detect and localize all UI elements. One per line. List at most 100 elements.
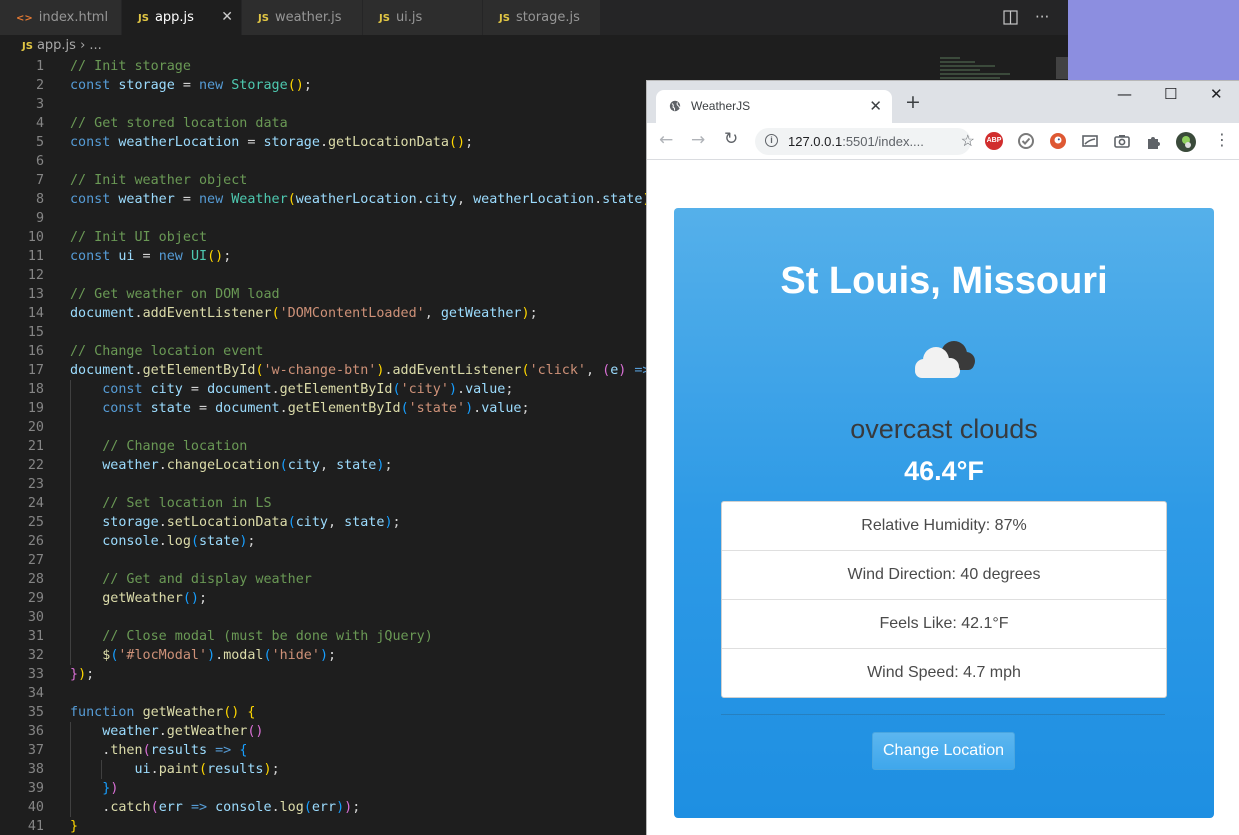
code-token: // Close modal (must be done with jQuery… [102,629,433,644]
line-number: 20 [27,420,44,435]
chrome-menu-icon[interactable]: ⋮ [1214,130,1230,149]
close-window-icon[interactable]: ✕ [1210,85,1223,103]
code-token: = [134,249,159,264]
code-token: . [457,382,466,397]
line-number: 9 [35,211,44,226]
line-number: 28 [27,572,44,587]
minimize-icon[interactable]: — [1117,85,1132,103]
code-token: log [279,800,304,815]
code-token: weather [118,192,175,207]
code-token: getLocationData [328,135,449,150]
code-token: value [481,401,522,416]
code-line[interactable]: 1 // Init storage [0,57,1068,76]
tab-ui-js[interactable]: JS ui.js [363,0,483,35]
code-token: ; [271,762,280,777]
code-token: . [319,135,328,150]
editor-scrollbar[interactable] [1056,57,1068,79]
code-token: . [594,192,603,207]
code-token: ) [319,648,328,663]
browser-window: WeatherJS ✕ + — ☐ ✕ ← → ↻ i 127.0.0.1:55… [646,80,1239,835]
puzzle-icon[interactable] [1145,132,1163,150]
tab-app-js[interactable]: JS app.js ✕ [122,0,242,35]
line-number: 18 [27,382,44,397]
breadcrumb-file[interactable]: app.js [37,38,76,53]
line-number: 22 [27,458,44,473]
reload-icon[interactable]: ↻ [724,129,738,149]
maximize-icon[interactable]: ☐ [1164,85,1177,103]
line-number: 24 [27,496,44,511]
code-token: weatherLocation [295,192,417,207]
profile-avatar[interactable] [1176,132,1196,152]
line-number: 31 [27,629,44,644]
split-editor-icon[interactable] [1003,0,1018,35]
code-token: ( [287,192,296,207]
code-token: = [174,192,199,207]
bookmark-star-icon[interactable]: ☆ [961,131,975,151]
tab-storage-js[interactable]: JS storage.js [483,0,601,35]
code-token: ( [400,401,409,416]
weather-details-list: Relative Humidity: 87% Wind Direction: 4… [721,501,1167,698]
code-token: // Init storage [70,59,191,74]
line-number: 15 [27,325,44,340]
line-number: 37 [27,743,44,758]
code-token: results [207,762,264,777]
code-token: ) [110,781,119,796]
js-file-icon: JS [138,13,149,24]
code-text: .then(results => { [70,741,247,760]
breadcrumb: JS app.js › ... [0,35,1068,57]
code-token: ) [344,800,353,815]
code-token: ) [336,800,345,815]
code-token: ( [303,800,312,815]
line-number: 1 [35,59,44,74]
close-tab-icon[interactable]: ✕ [221,0,233,35]
line-number: 41 [27,819,44,834]
more-actions-icon[interactable]: ··· [1035,0,1049,35]
card-divider [721,714,1165,715]
address-bar[interactable]: i 127.0.0.1:5501/index.... ☆ [755,128,975,155]
tab-label: storage.js [515,10,580,25]
cast-icon[interactable] [1081,132,1099,150]
code-token: = [190,401,216,416]
forward-arrow-icon[interactable]: → [691,130,705,150]
code-token: new [158,249,191,264]
tab-index-html[interactable]: <> index.html [0,0,122,35]
close-tab-icon[interactable]: ✕ [869,90,882,123]
code-token: addEventListener [142,306,272,321]
code-token: ( [271,306,280,321]
code-token: ( [392,382,401,397]
abp-icon[interactable]: ABP [985,132,1003,150]
checkmark-icon[interactable] [1017,132,1035,150]
code-text: document.addEventListener('DOMContentLoa… [70,304,538,323]
code-text: const weather = new Weather(weatherLocat… [70,190,659,209]
code-token: ; [223,249,232,264]
code-token: ) [448,382,457,397]
back-arrow-icon[interactable]: ← [659,130,673,150]
change-location-button[interactable]: Change Location [872,732,1015,770]
code-text: // Set location in LS [70,494,271,513]
code-token: ) [465,401,474,416]
code-token: // Get and display weather [102,572,312,587]
code-token: // Init weather object [70,173,248,188]
new-tab-button[interactable]: + [905,91,921,113]
code-token: ; [392,515,401,530]
camera-icon[interactable] [1113,132,1131,150]
line-number: 6 [35,154,44,169]
code-token: . [70,800,111,815]
line-number: 13 [27,287,44,302]
tab-label: app.js [154,10,194,25]
weather-card: St Louis, Missouri overcast clouds 46.4°… [674,208,1214,818]
code-token: ) [263,762,272,777]
code-text: }); [70,665,94,684]
tab-weather-js[interactable]: JS weather.js [242,0,363,35]
code-token: // Change location event [70,344,264,359]
duckduckgo-icon[interactable] [1049,132,1067,150]
site-info-icon[interactable]: i [765,134,778,147]
browser-tab[interactable]: WeatherJS ✕ [656,90,892,123]
line-number: 34 [27,686,44,701]
breadcrumb-symbols[interactable]: ... [89,38,101,53]
code-token: storage [263,135,320,150]
